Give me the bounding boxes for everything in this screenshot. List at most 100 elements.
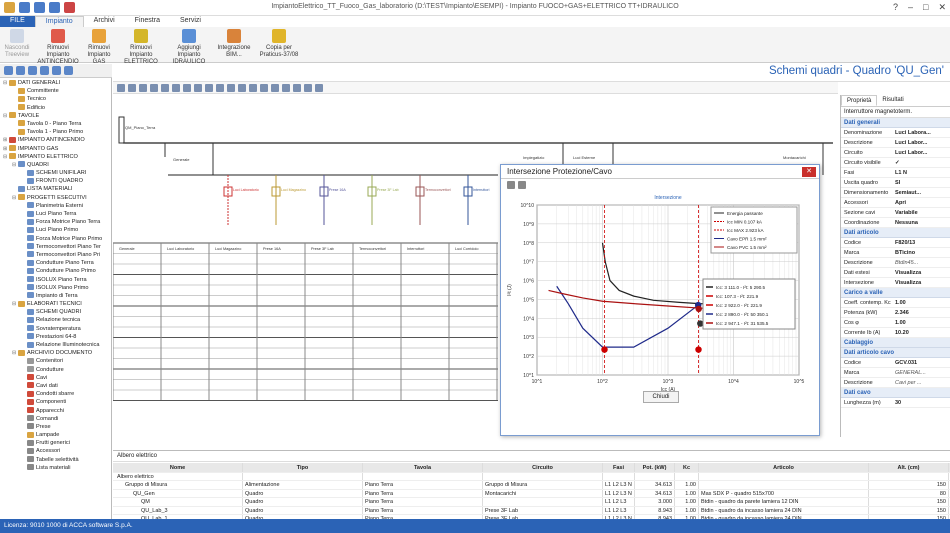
property-section[interactable]: Carico a valle: [841, 288, 950, 298]
intersection-point[interactable]: [695, 305, 702, 313]
property-row[interactable]: Lunghezza (m) 30: [841, 398, 950, 408]
tab-impianto[interactable]: Impianto: [34, 16, 84, 27]
add-branch-icon[interactable]: [205, 84, 213, 92]
property-value[interactable]: Cavi per ...: [893, 378, 950, 387]
table-row[interactable]: Albero elettrico: [113, 473, 950, 482]
expand-icon[interactable]: [40, 66, 49, 75]
tab-finestra[interactable]: Finestra: [125, 16, 170, 27]
tree-item[interactable]: Impianto di Terra: [0, 292, 111, 300]
tab-servizi[interactable]: Servizi: [170, 16, 211, 27]
tree-item[interactable]: SCHEMI QUADRI: [0, 308, 111, 316]
dialog-close-button[interactable]: ✕: [802, 167, 816, 177]
tree-item[interactable]: Frutti generici: [0, 439, 111, 447]
property-value[interactable]: 1.00: [893, 298, 950, 307]
property-value[interactable]: 2.346: [893, 308, 950, 317]
remove-gas-button[interactable]: Rimuovi Impianto GAS: [82, 29, 116, 66]
column-header[interactable]: Nome: [113, 463, 243, 472]
property-value[interactable]: SI: [893, 178, 950, 187]
tree-item[interactable]: SCHEMI UNIFILARI: [0, 169, 111, 177]
column-header[interactable]: Alt. (cm): [869, 463, 949, 472]
property-value[interactable]: Visualizza: [893, 268, 950, 277]
delete-icon[interactable]: [216, 84, 224, 92]
tree-item[interactable]: Componenti: [0, 398, 111, 406]
save-icon[interactable]: [282, 84, 290, 92]
table-row[interactable]: QM Quadro Piano Terra L1 L2 L3 3.000 1.00 Btdi…: [113, 498, 950, 507]
zoom-in-icon[interactable]: [128, 84, 136, 92]
property-value[interactable]: Apri: [893, 198, 950, 207]
zoom-out-icon[interactable]: [139, 84, 147, 92]
tree-item[interactable]: ⊟ ELABORATI TECNICI: [0, 300, 111, 308]
tree-item[interactable]: Committente: [0, 87, 111, 95]
column-header[interactable]: Tavola: [363, 463, 483, 472]
property-value[interactable]: Btdin45...: [893, 258, 950, 267]
remove-fire-button[interactable]: Rimuovi Impianto ANTINCENDIO: [36, 29, 80, 66]
property-value[interactable]: Visualizza: [893, 278, 950, 287]
tree-item[interactable]: Planimetria Esterni: [0, 202, 111, 210]
tree-item[interactable]: ⊟ DATI GENERALI: [0, 79, 111, 87]
grid-icon[interactable]: [249, 84, 257, 92]
column-header[interactable]: Fasi: [603, 463, 635, 472]
property-row[interactable]: Codice F820/13: [841, 238, 950, 248]
add-hydraulic-button[interactable]: Aggiungi Impianto IDRAULICO: [166, 29, 212, 66]
table-icon[interactable]: [238, 84, 246, 92]
tree-item[interactable]: Lista materiali: [0, 464, 111, 472]
column-header[interactable]: Articolo: [699, 463, 869, 472]
intersection-point[interactable]: [695, 346, 702, 353]
export-icon[interactable]: [293, 84, 301, 92]
column-header[interactable]: Pot. (kW): [635, 463, 675, 472]
property-section[interactable]: Cablaggio: [841, 338, 950, 348]
tree-item[interactable]: ⊟ PROGETTI ESECUTIVI: [0, 194, 111, 202]
property-row[interactable]: Intersezione Visualizza: [841, 278, 950, 288]
home-icon[interactable]: [4, 66, 13, 75]
tree-item[interactable]: ISOLUX Piano Terra: [0, 276, 111, 284]
tree-item[interactable]: Apparecchi: [0, 407, 111, 415]
property-section[interactable]: Dati articolo cavo: [841, 348, 950, 358]
property-value[interactable]: L1 N: [893, 168, 950, 177]
tree-item[interactable]: Contenitori: [0, 357, 111, 365]
collapse-icon[interactable]: [52, 66, 61, 75]
property-value[interactable]: Luci Labor...: [893, 138, 950, 147]
tree-item[interactable]: ⊟ IMPIANTO ELETTRICO: [0, 153, 111, 161]
zoom-fit-icon[interactable]: [150, 84, 158, 92]
property-row[interactable]: Descrizione Luci Labor...: [841, 138, 950, 148]
tree-item[interactable]: Condutture Piano Terra: [0, 259, 111, 267]
tree-item[interactable]: Cavi dati: [0, 382, 111, 390]
property-row[interactable]: Descrizione Cavi per ...: [841, 378, 950, 388]
save-icon[interactable]: [518, 181, 526, 189]
minimize-icon[interactable]: –: [908, 2, 913, 13]
property-row[interactable]: Coordinazione Nessuna: [841, 218, 950, 228]
print-icon[interactable]: [507, 181, 515, 189]
tree-item[interactable]: ⊞ IMPIANTO GAS: [0, 145, 111, 153]
tree-item[interactable]: Termoconvettori Piano Ter: [0, 243, 111, 251]
property-row[interactable]: Accessori Apri: [841, 198, 950, 208]
print-preview-icon[interactable]: [315, 84, 323, 92]
tree-item[interactable]: ⊟ ARCHIVIO DOCUMENTO: [0, 349, 111, 357]
select-icon[interactable]: [183, 84, 191, 92]
property-value[interactable]: Semiaut...: [893, 188, 950, 197]
bim-integration-button[interactable]: Integrazione BIM...: [214, 29, 254, 59]
property-row[interactable]: Potenza (kW) 2.346: [841, 308, 950, 318]
table-row[interactable]: QU_Lab_3 Quadro Piano Terra Prese 3F Lab L1 …: [113, 506, 950, 515]
tree-item[interactable]: Luci Piano Primo: [0, 226, 111, 234]
move-icon[interactable]: [227, 84, 235, 92]
tree-item[interactable]: Forza Motrice Piano Terra: [0, 218, 111, 226]
table-row[interactable]: Gruppo di Misura Alimentazione Piano Terra…: [113, 481, 950, 490]
tree-item[interactable]: Relazione Illuminotecnica: [0, 341, 111, 349]
property-row[interactable]: Dati estesi Visualizza: [841, 268, 950, 278]
tree-item[interactable]: Condutture Piano Primo: [0, 267, 111, 275]
forward-icon[interactable]: [28, 66, 37, 75]
property-section[interactable]: Dati generali: [841, 118, 950, 128]
tree-item[interactable]: ISOLUX Piano Primo: [0, 284, 111, 292]
property-row[interactable]: Codice GCV.031: [841, 358, 950, 368]
property-value[interactable]: Nessuna: [893, 218, 950, 227]
remove-electric-button[interactable]: Rimuovi Impianto ELETTRICO: [118, 29, 164, 66]
property-section[interactable]: Dati articolo: [841, 228, 950, 238]
tree-item[interactable]: Comandi: [0, 415, 111, 423]
tab-properties[interactable]: Proprietà: [841, 95, 878, 106]
tree-item[interactable]: Tecnico: [0, 95, 111, 103]
close-button[interactable]: Chiudi: [643, 391, 679, 403]
intersection-point[interactable]: [601, 346, 608, 353]
property-row[interactable]: Corrente Ib (A) 10.20: [841, 328, 950, 338]
property-row[interactable]: Coeff. contemp. Kc 1.00: [841, 298, 950, 308]
tree-item[interactable]: Tavola 0 - Piano Terra: [0, 120, 111, 128]
